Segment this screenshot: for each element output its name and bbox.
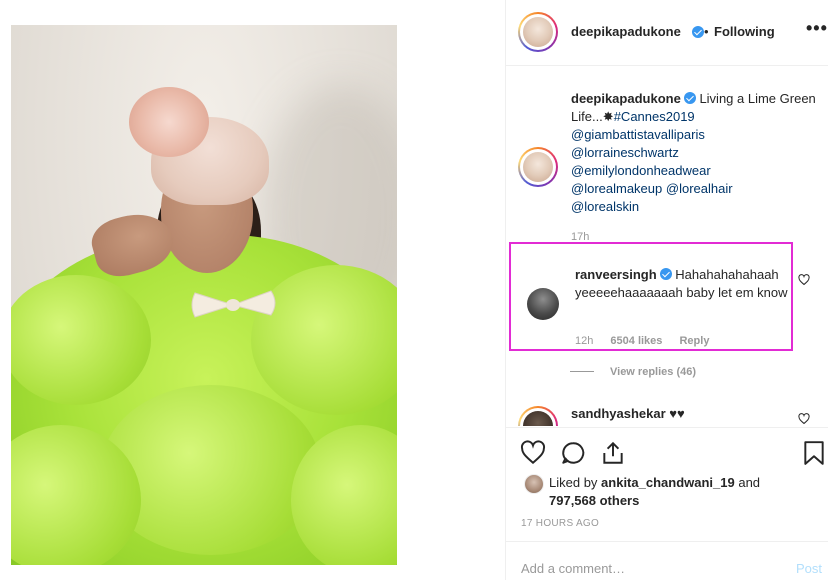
liked-by-username[interactable]: ankita_chandwani_19: [601, 475, 735, 490]
reply-button[interactable]: Reply: [679, 335, 709, 347]
mention-link[interactable]: @emilylondonheadwear: [571, 163, 711, 178]
comment2-like-heart-icon[interactable]: [798, 413, 810, 425]
caption-avatar[interactable]: [518, 147, 558, 187]
author-username[interactable]: deepikapadukone: [571, 24, 681, 39]
hashtag-link[interactable]: #Cannes2019: [614, 109, 695, 124]
comment-meta: 12h 6504 likes Reply: [575, 335, 723, 347]
post-image[interactable]: [11, 25, 397, 565]
comment-likes[interactable]: 6504 likes: [610, 335, 662, 347]
verified-badge-icon: [659, 268, 672, 280]
highlighted-comment: ranveersingh Hahahahahahaah yeeeeehaaaaa…: [509, 242, 793, 351]
like-heart-icon[interactable]: [520, 440, 546, 466]
liker-avatar[interactable]: [524, 474, 544, 494]
photo-flower: [129, 87, 209, 157]
mention-link[interactable]: @lorraineschwartz: [571, 145, 679, 160]
comment-bubble-icon[interactable]: [560, 440, 586, 466]
more-options-icon[interactable]: •••: [806, 18, 828, 39]
verified-badge-icon: [692, 26, 704, 38]
post-comment-button[interactable]: Post: [796, 561, 822, 576]
verified-badge-icon: [683, 92, 696, 104]
caption-username[interactable]: deepikapadukone: [571, 91, 681, 106]
commenter2-avatar[interactable]: [518, 406, 558, 426]
comment-time[interactable]: 12h: [575, 335, 593, 347]
comment-input[interactable]: [521, 561, 761, 576]
post-header: deepikapadukone • Following •••: [506, 0, 828, 66]
comment-like-heart-icon[interactable]: [798, 274, 810, 286]
mention-link[interactable]: @lorealhair: [666, 181, 733, 196]
view-replies-button[interactable]: View replies (46): [570, 366, 696, 378]
post-timestamp[interactable]: 17 HOURS AGO: [521, 518, 599, 529]
photo-bow: [191, 290, 276, 318]
commenter-avatar[interactable]: [527, 288, 559, 320]
comment-text: ranveersingh Hahahahahahaah yeeeeehaaaaa…: [575, 266, 795, 302]
following-button[interactable]: Following: [714, 24, 775, 39]
mention-link[interactable]: @giambattistavalliparis: [571, 127, 705, 142]
post-side-panel: deepikapadukone • Following ••• deepikap…: [505, 0, 828, 580]
save-bookmark-icon[interactable]: [801, 440, 827, 466]
share-icon[interactable]: [600, 440, 626, 466]
mention-link[interactable]: @lorealmakeup: [571, 181, 662, 196]
comment2-text: sandhyashekar ♥♥: [571, 406, 685, 421]
comment-username[interactable]: ranveersingh: [575, 267, 657, 282]
liked-by-and: and: [738, 475, 761, 490]
mention-link[interactable]: @lorealskin: [571, 199, 639, 214]
comment2-body: ♥♥: [669, 406, 685, 421]
liked-others-count[interactable]: 797,568 others: [549, 493, 639, 508]
separator-dot: •: [704, 24, 709, 39]
liked-by-text: Liked by ankita_chandwani_19 and 797,568…: [549, 474, 819, 510]
post-actions: Liked by ankita_chandwani_19 and 797,568…: [506, 427, 828, 580]
liked-by-prefix: Liked by: [549, 475, 598, 490]
add-comment-bar: Post: [506, 541, 828, 580]
replies-divider: [570, 371, 594, 372]
sparkle-emoji-icon: ✸: [602, 109, 614, 124]
caption-text: deepikapadukone Living a Lime Green Life…: [571, 90, 816, 216]
view-replies-label: View replies (46): [610, 366, 697, 378]
comment2-username[interactable]: sandhyashekar: [571, 406, 666, 421]
author-avatar[interactable]: [518, 12, 558, 52]
